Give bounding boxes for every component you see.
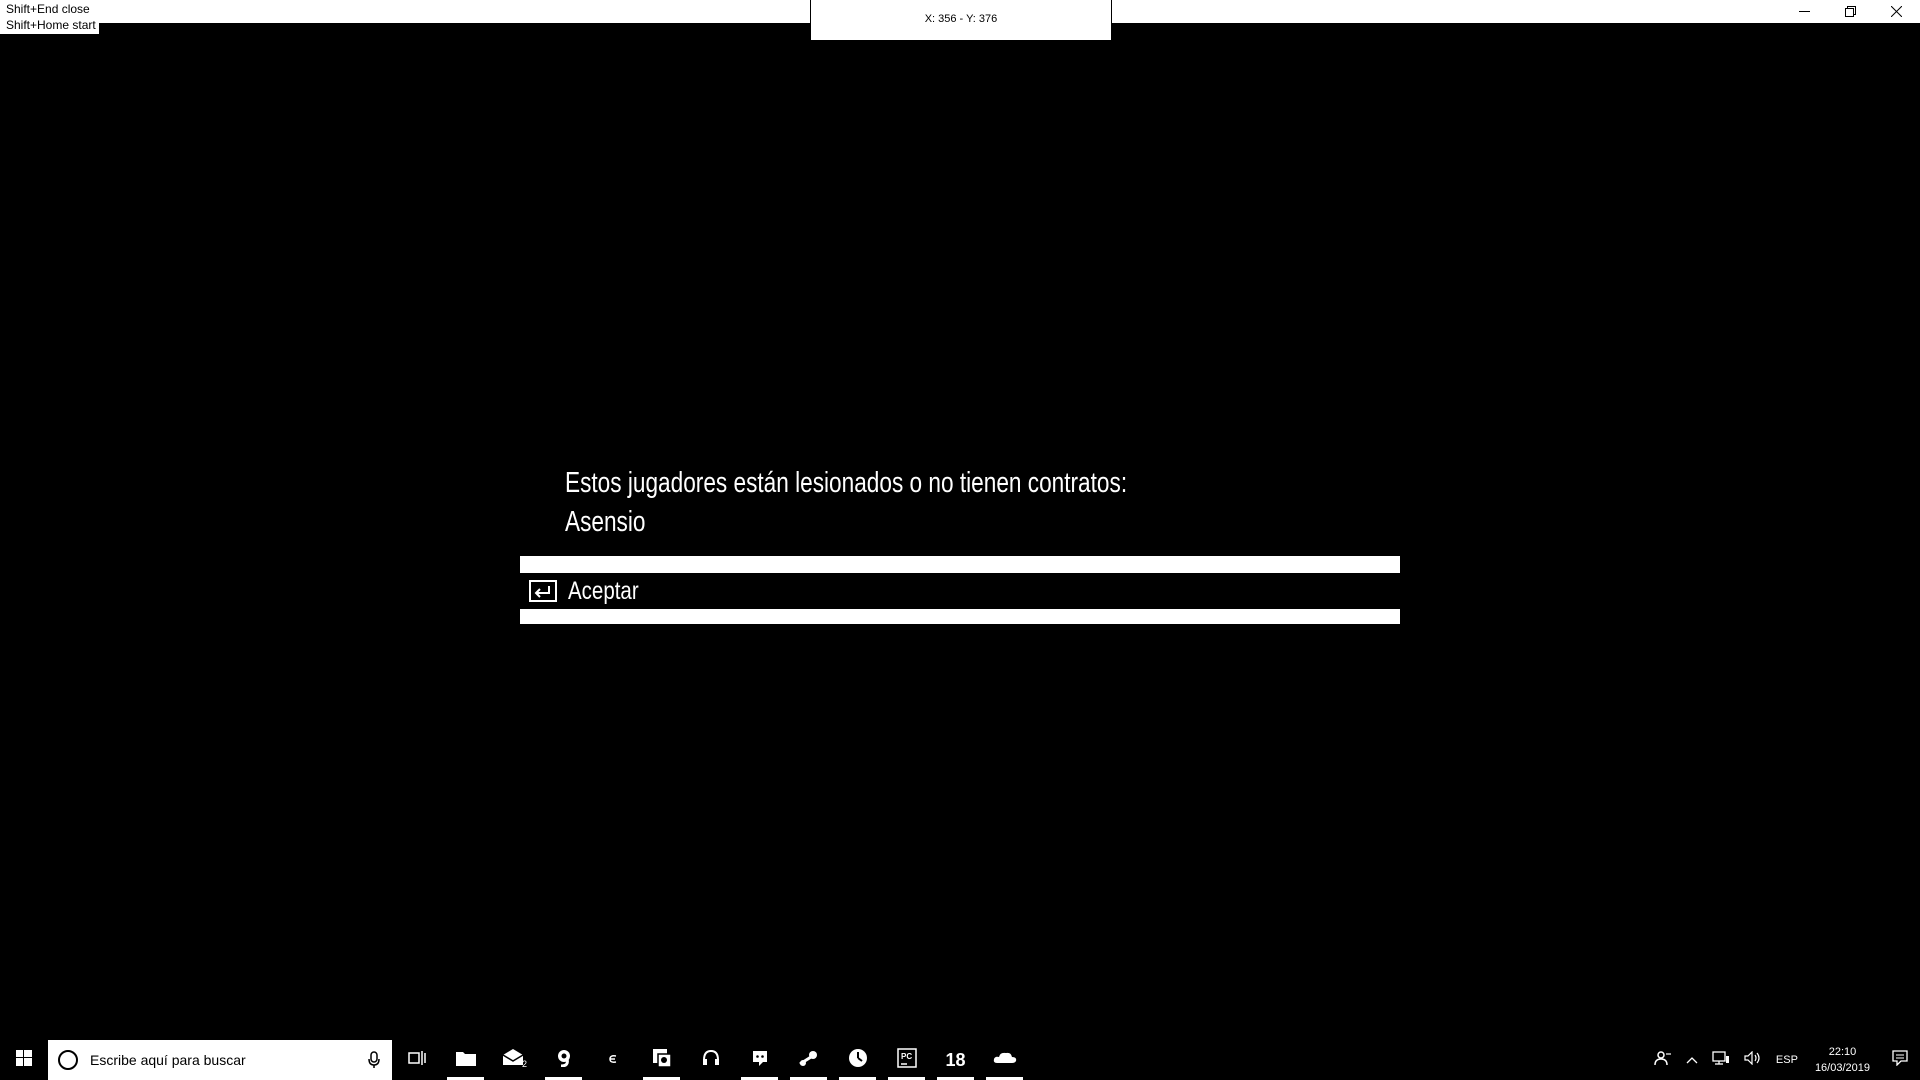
dialog-message: Estos jugadores están lesionados o no ti…: [565, 467, 1128, 499]
taskbar-cloud[interactable]: [980, 1040, 1029, 1080]
start-button[interactable]: [0, 1040, 48, 1080]
restore-button[interactable]: [1827, 0, 1873, 23]
people-icon: [1654, 1050, 1672, 1071]
hotkey-hint-box: Shift+End close Shift+Home start: [0, 0, 99, 34]
taskbar-pycharm[interactable]: PC: [882, 1040, 931, 1080]
search-placeholder: Escribe aquí para buscar: [90, 1052, 246, 1068]
taskbar-game-launcher[interactable]: [637, 1040, 686, 1080]
taskbar-epic-games[interactable]: [588, 1040, 637, 1080]
taskbar-file-explorer[interactable]: [441, 1040, 490, 1080]
injured-player-name: Asensio: [565, 506, 646, 538]
close-button[interactable]: [1873, 0, 1919, 23]
file-explorer-icon: [455, 1049, 477, 1072]
game-launcher-icon: [651, 1047, 673, 1074]
steam-icon: [798, 1049, 820, 1072]
volume-button[interactable]: [1737, 1040, 1769, 1080]
epic-games-icon: [608, 1051, 618, 1069]
taskbar-clock-app[interactable]: [833, 1040, 882, 1080]
action-center-button[interactable]: [1880, 1040, 1920, 1080]
dialog-message-block: Estos jugadores están lesionados o no ti…: [565, 464, 1267, 542]
chevron-up-icon: [1686, 1051, 1698, 1069]
hotkey-start-hint: Shift+Home start: [6, 18, 96, 32]
volume-icon: [1744, 1050, 1762, 1070]
app-icon: [555, 1049, 573, 1072]
notifications-icon: [1892, 1049, 1908, 1071]
taskbar-headset[interactable]: [686, 1040, 735, 1080]
network-button[interactable]: [1705, 1040, 1737, 1080]
close-icon: [1890, 6, 1902, 17]
task-view-icon: [407, 1050, 426, 1071]
accept-button-label: Aceptar: [568, 576, 639, 605]
task-view-button[interactable]: [392, 1040, 441, 1080]
accept-button[interactable]: Aceptar: [520, 573, 1400, 609]
clock-date: 16/03/2019: [1814, 1062, 1870, 1074]
windows-logo-icon: [16, 1049, 32, 1071]
system-tray: ESP 22:10 16/03/2019: [1647, 1040, 1920, 1080]
network-icon: [1712, 1050, 1730, 1070]
taskbar-mail[interactable]: 2: [490, 1040, 539, 1080]
taskbar-discord[interactable]: [735, 1040, 784, 1080]
taskbar-app-18[interactable]: 18: [931, 1040, 980, 1080]
button-highlight-top: [520, 556, 1400, 573]
minimize-button[interactable]: [1781, 0, 1827, 23]
cloud-icon: [993, 1050, 1017, 1071]
pycharm-icon: PC: [896, 1047, 917, 1073]
clock[interactable]: 22:10 16/03/2019: [1805, 1040, 1880, 1080]
people-button[interactable]: [1647, 1040, 1679, 1080]
taskbar-app[interactable]: [539, 1040, 588, 1080]
svg-text:PC: PC: [901, 1052, 912, 1061]
minimize-icon: [1798, 6, 1810, 17]
taskbar-steam[interactable]: [784, 1040, 833, 1080]
microphone-icon[interactable]: [368, 1051, 380, 1074]
svg-text:2: 2: [522, 1059, 527, 1068]
app-18-label: 18: [945, 1049, 966, 1070]
clock-app-icon: [848, 1048, 868, 1073]
button-highlight-bottom: [520, 609, 1400, 624]
show-hidden-icons-button[interactable]: [1679, 1040, 1705, 1080]
taskbar-search-box[interactable]: Escribe aquí para buscar: [48, 1040, 392, 1080]
mail-icon: 2: [502, 1048, 528, 1073]
restore-icon: [1844, 6, 1856, 17]
cortana-icon: [58, 1050, 78, 1070]
enter-key-icon: [528, 579, 558, 603]
input-language[interactable]: ESP: [1769, 1040, 1805, 1080]
coordinate-readout: X: 356 - Y: 376: [810, 0, 1112, 41]
discord-icon: [751, 1049, 769, 1072]
taskbar: Escribe aquí para buscar 2 PC 18 ESP 22:…: [0, 1040, 1920, 1080]
taskbar-apps: 2 PC 18: [392, 1040, 1029, 1080]
clock-time: 22:10: [1828, 1046, 1857, 1058]
hotkey-close-hint: Shift+End close: [6, 2, 90, 16]
headset-icon: [702, 1049, 720, 1072]
